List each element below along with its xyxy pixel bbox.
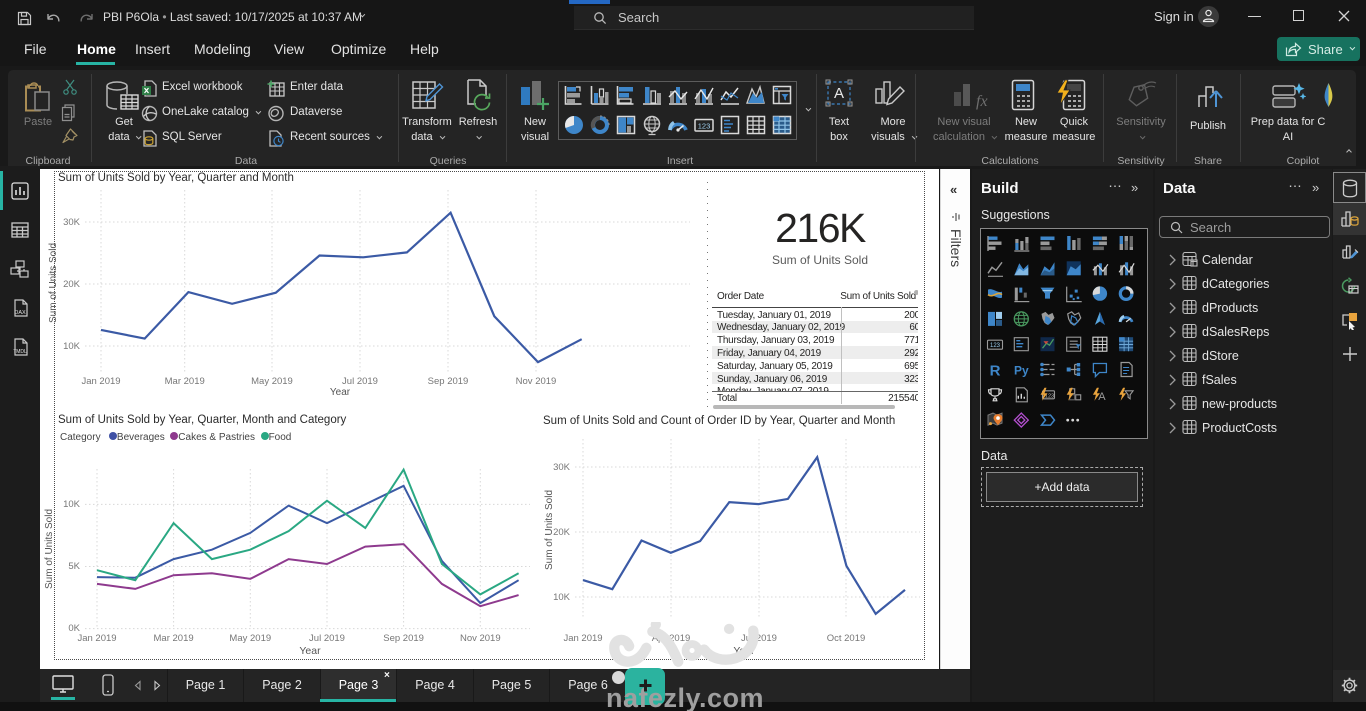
svg-text:Sep 2019: Sep 2019	[383, 633, 424, 644]
svg-text:TMDL: TMDL	[13, 349, 27, 355]
svg-text:10K: 10K	[63, 341, 81, 352]
svg-text:new-products: new-products	[1202, 397, 1277, 411]
svg-text:Sum of Units Sold: Sum of Units Sold	[544, 490, 555, 570]
svg-text:fx: fx	[976, 93, 988, 110]
svg-text:10K: 10K	[553, 592, 571, 603]
svg-text:30K: 30K	[553, 462, 571, 473]
svg-text:fSales: fSales	[1202, 373, 1237, 387]
svg-text:Nov 2019: Nov 2019	[460, 633, 501, 644]
svg-text:Sep 2019: Sep 2019	[428, 376, 469, 387]
svg-text:Nov 2019: Nov 2019	[516, 376, 557, 387]
svg-text:A: A	[834, 85, 844, 102]
svg-text:dProducts: dProducts	[1202, 301, 1258, 315]
svg-text:A: A	[1098, 391, 1106, 403]
svg-text:30K: 30K	[63, 217, 81, 228]
svg-text:5K: 5K	[68, 561, 80, 572]
svg-text:May 2019: May 2019	[229, 633, 271, 644]
svg-text:Py: Py	[1014, 364, 1029, 378]
svg-text:R: R	[990, 363, 1001, 380]
svg-text:dCategories: dCategories	[1202, 277, 1269, 291]
svg-text:Jul 2019: Jul 2019	[309, 633, 345, 644]
svg-text:Jan 2019: Jan 2019	[77, 633, 116, 644]
svg-text:Sum of Units Sold: Sum of Units Sold	[44, 509, 55, 589]
svg-text:Sum of Units Sold: Sum of Units Sold	[48, 243, 59, 323]
svg-text:Jan 2019: Jan 2019	[81, 376, 120, 387]
svg-text:May 2019: May 2019	[251, 376, 293, 387]
svg-text:20K: 20K	[553, 527, 571, 538]
svg-text:ProductCosts: ProductCosts	[1202, 421, 1277, 435]
svg-text:Year: Year	[299, 645, 321, 657]
svg-text:dSalesReps: dSalesReps	[1202, 325, 1269, 339]
svg-text:Calendar: Calendar	[1202, 253, 1253, 267]
svg-text:Mar 2019: Mar 2019	[165, 376, 205, 387]
svg-text:dStore: dStore	[1202, 349, 1239, 363]
svg-text:Oct 2019: Oct 2019	[827, 633, 866, 644]
svg-text:123: 123	[698, 122, 711, 131]
svg-text:10K: 10K	[63, 499, 81, 510]
svg-text:Jul 2019: Jul 2019	[342, 376, 378, 387]
svg-text:123: 123	[990, 343, 1001, 349]
svg-text:Year: Year	[330, 387, 351, 398]
svg-text:Mar 2019: Mar 2019	[154, 633, 194, 644]
svg-text:20K: 20K	[63, 279, 81, 290]
svg-text:DAX: DAX	[14, 310, 26, 316]
